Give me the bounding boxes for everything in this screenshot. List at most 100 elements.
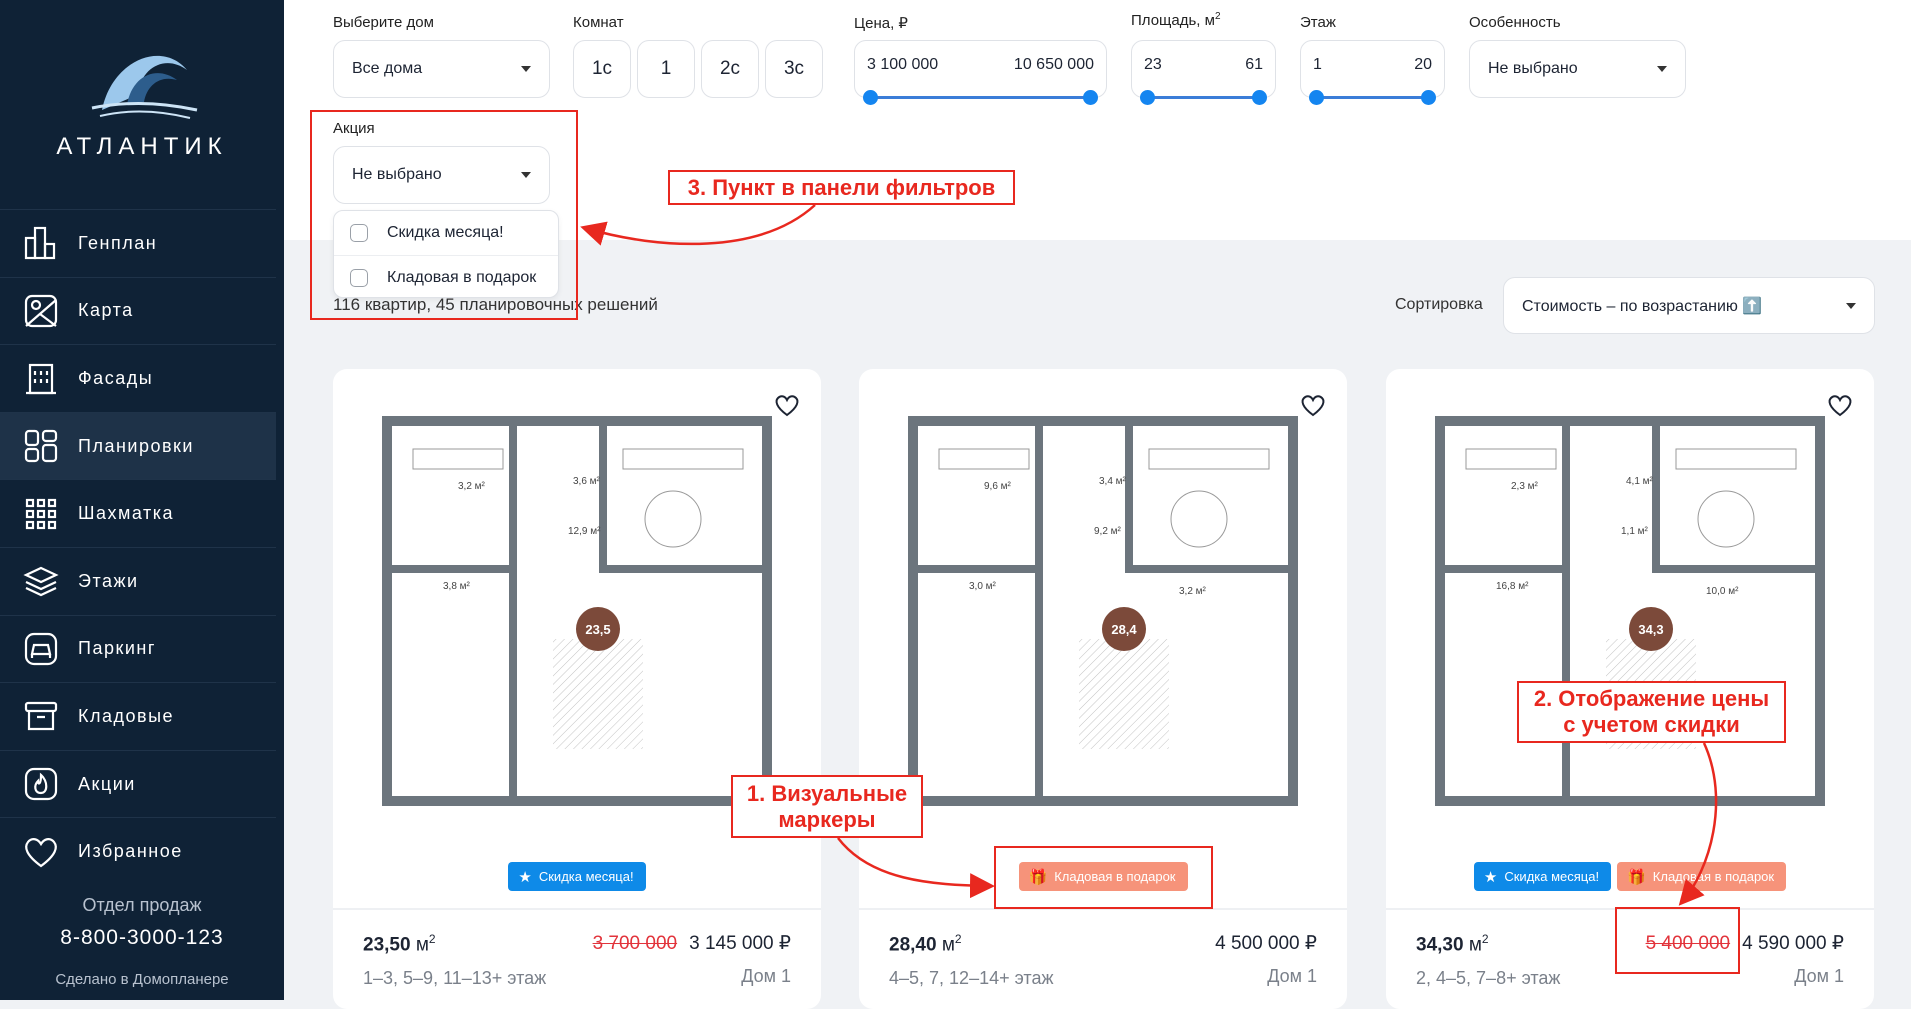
promo-badge: ★ Скидка месяца! [1473, 862, 1612, 891]
slider-handle-max[interactable] [1083, 90, 1098, 105]
slider-track [869, 96, 1092, 99]
sort-label: Сортировка [1395, 296, 1483, 313]
map-icon [24, 294, 58, 327]
price-min: 3 100 000 [867, 56, 939, 73]
room-area-label: 3,2 м² [1179, 586, 1207, 597]
room-area-label: 4,1 м² [1626, 476, 1654, 487]
box-icon [24, 702, 58, 731]
chevron-down-icon [1846, 302, 1856, 309]
sidebar-item-label: Избранное [78, 841, 183, 862]
room-area-label: 3,6 м² [573, 476, 601, 487]
badge-label: Скидка месяца! [1504, 869, 1600, 884]
apartment-price: 4 500 000 ₽ [1215, 932, 1317, 955]
room-option-3c[interactable]: 3с [765, 40, 823, 98]
house-filter-label: Выберите дом [333, 14, 434, 31]
feature-select-value: Не выбрано [1488, 60, 1578, 77]
sidebar-item-storage[interactable]: Кладовые [0, 682, 276, 750]
chevron-down-icon [521, 66, 531, 72]
badge-label: Кладовая в подарок [1652, 869, 1775, 884]
annotation-highlight-badge [994, 846, 1213, 909]
room-area-label: 9,2 м² [1094, 526, 1122, 537]
sidebar-item-label: Кладовые [78, 705, 175, 726]
rooms-filter-label: Комнат [573, 14, 624, 31]
apartment-house: Дом 1 [1267, 966, 1317, 986]
car-icon [24, 632, 58, 665]
sidebar-item-favorites[interactable]: Избранное [0, 817, 276, 885]
heart-icon [25, 837, 57, 868]
slider-handle-max[interactable] [1252, 90, 1267, 105]
apartment-floors: 4–5, 7, 12–14+ этаж [889, 968, 1054, 988]
slider-handle-min[interactable] [863, 90, 878, 105]
chevron-down-icon [1657, 66, 1667, 72]
slider-handle-min[interactable] [1140, 90, 1155, 105]
room-option-1[interactable]: 1 [637, 40, 695, 98]
house-select[interactable]: Все дома [333, 40, 550, 98]
current-price: 4 590 000 ₽ [1742, 933, 1844, 954]
facade-icon [26, 364, 56, 395]
floor-max: 20 [1414, 56, 1432, 73]
current-price: 4 500 000 ₽ [1215, 933, 1317, 954]
sales-phone[interactable]: 8-800-3000-123 [0, 926, 284, 950]
apartment-card[interactable]: 23,5 3,2 м² 3,6 м² 12,9 м² 3,8 м² ★ Скидка м… [333, 369, 821, 1009]
sidebar-item-genplan[interactable]: Генплан [0, 209, 276, 277]
room-area-label: 16,8 м² [1496, 581, 1529, 592]
annotation-filter-panel: 3. Пункт в панели фильтров [668, 170, 1015, 205]
feature-select[interactable]: Не выбрано [1469, 40, 1686, 98]
sort-select[interactable]: Стоимость – по возрастанию ⬆️ [1503, 277, 1875, 334]
logo[interactable]: АТЛАНТИК [0, 40, 284, 161]
apartment-floors: 1–3, 5–9, 11–13+ этаж [363, 968, 547, 988]
sidebar-item-label: Карта [78, 300, 134, 321]
sidebar: АТЛАНТИК Генплан Карта Фасады Планировки… [0, 0, 284, 1000]
sidebar-item-promos[interactable]: Акции [0, 749, 276, 818]
badge-label: Скидка месяца! [538, 869, 634, 884]
room-area-label: 10,0 м² [1706, 586, 1739, 597]
floor-plan-image: 23,5 3,2 м² 3,6 м² 12,9 м² 3,8 м² [382, 416, 772, 806]
sidebar-item-floors[interactable]: Этажи [0, 546, 276, 615]
house-select-value: Все дома [352, 60, 423, 77]
annotation-discount-price: 2. Отображение цены с учетом скидки [1517, 681, 1786, 743]
sidebar-nav: Генплан Карта Фасады Планировки Шахматка… [0, 209, 276, 885]
grid-icon [25, 498, 57, 529]
floor-plan-image: 34,3 2,3 м² 4,1 м² 1,1 м² 16,8 м² 10,0 м² [1435, 416, 1825, 806]
buildings-icon [24, 227, 56, 260]
sidebar-item-label: Планировки [78, 435, 194, 456]
apartment-area: 23,50 м2 [363, 932, 436, 956]
area-range-slider[interactable]: 23 61 [1131, 40, 1276, 105]
floor-range-slider[interactable]: 1 20 [1300, 40, 1445, 105]
sidebar-item-label: Шахматка [78, 503, 175, 524]
floor-filter-label: Этаж [1300, 14, 1336, 31]
old-price: 3 700 000 [592, 933, 678, 954]
slider-handle-min[interactable] [1309, 90, 1324, 105]
promo-badge: ★ Скидка месяца! [508, 862, 646, 891]
sales-label: Отдел продаж [82, 895, 202, 915]
divider [333, 908, 821, 910]
sidebar-item-parking[interactable]: Паркинг [0, 614, 276, 683]
slider-track [1146, 96, 1261, 99]
sidebar-item-facades[interactable]: Фасады [0, 344, 276, 412]
area-marker-label: 23,5 [585, 622, 610, 637]
star-icon: ★ [518, 868, 532, 886]
apartment-floors: 2, 4–5, 7–8+ этаж [1416, 968, 1561, 988]
slider-handle-max[interactable] [1421, 90, 1436, 105]
room-option-2c[interactable]: 2с [701, 40, 759, 98]
fire-icon [24, 767, 58, 801]
sidebar-item-label: Фасады [78, 367, 154, 388]
apartment-price: 3 700 000 3 145 000 ₽ [593, 932, 791, 955]
sidebar-item-map[interactable]: Карта [0, 276, 276, 345]
apartment-house: Дом 1 [741, 966, 791, 986]
price-filter-label: Цена, ₽ [854, 15, 908, 32]
room-option-1c[interactable]: 1с [573, 40, 631, 98]
sidebar-item-layouts[interactable]: Планировки [0, 411, 276, 480]
area-marker-label: 28,4 [1111, 622, 1137, 637]
room-area-label: 2,3 м² [1511, 481, 1539, 492]
wave-logo-icon [91, 55, 198, 119]
apartment-card[interactable]: 28,4 9,6 м² 3,4 м² 9,2 м² 3,0 м² 3,2 м² 🎁 Кла… [859, 369, 1347, 1009]
made-by-link[interactable]: Сделано в Домопланере [0, 971, 284, 988]
room-area-label: 1,1 м² [1621, 526, 1649, 537]
price-range-slider[interactable]: 3 100 000 10 650 000 [854, 40, 1107, 105]
area-max: 61 [1245, 56, 1263, 73]
room-area-label: 9,6 м² [984, 481, 1012, 492]
sidebar-item-label: Акции [78, 773, 136, 794]
sidebar-item-label: Генплан [78, 232, 158, 253]
sidebar-item-chess[interactable]: Шахматка [0, 479, 276, 547]
